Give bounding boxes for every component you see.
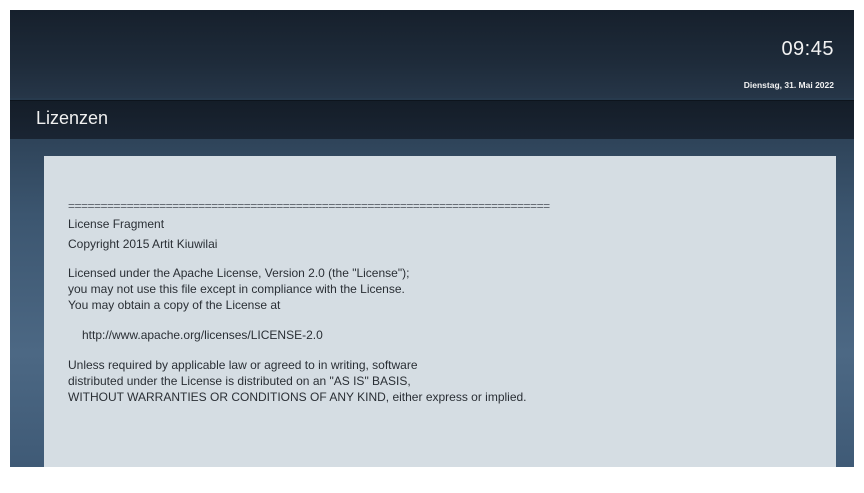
license-paragraph-2-line-3: WITHOUT WARRANTIES OR CONDITIONS OF ANY … — [68, 390, 527, 404]
license-paragraph-1-line-3: You may obtain a copy of the License at — [68, 298, 281, 312]
clock-date: Dienstag, 31. Mai 2022 — [743, 80, 834, 90]
license-copyright: Copyright 2015 Artit Kiuwilai — [68, 237, 218, 251]
license-paragraph-1-line-2: you may not use this file except in comp… — [68, 282, 405, 296]
license-paragraph-1-line-1: Licensed under the Apache License, Versi… — [68, 266, 410, 280]
license-url: http://www.apache.org/licenses/LICENSE-2… — [82, 328, 323, 342]
license-paragraph-2-line-2: distributed under the License is distrib… — [68, 374, 411, 388]
separator-line: ========================================… — [68, 200, 550, 212]
tv-screen: 09:45 Dienstag, 31. Mai 2022 Lizenzen ==… — [10, 10, 854, 467]
license-name: License Fragment — [68, 217, 165, 231]
license-text-panel[interactable]: ========================================… — [44, 156, 836, 467]
page-title: Lizenzen — [36, 108, 109, 128]
clock-time: 09:45 — [781, 38, 834, 60]
license-paragraph-2-line-1: Unless required by applicable law or agr… — [68, 358, 418, 372]
top-status-bar: 09:45 Dienstag, 31. Mai 2022 — [10, 10, 854, 98]
page-title-bar: Lizenzen — [10, 100, 854, 139]
